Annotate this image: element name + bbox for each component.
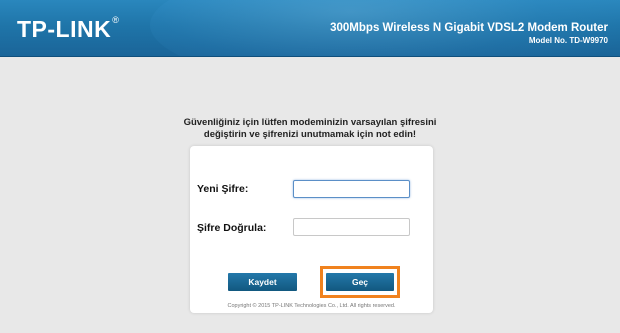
skip-button[interactable]: Geç	[326, 273, 394, 291]
tp-link-logo: TP-LINK®	[17, 15, 120, 42]
copyright-text: Copyright © 2015 TP-LINK Technologies Co…	[227, 303, 396, 309]
login-page: TP-LINK® 300Mbps Wireless N Gigabit VDSL…	[0, 0, 620, 333]
registered-mark: ®	[112, 15, 120, 25]
product-name: 300Mbps Wireless N Gigabit VDSL2 Modem R…	[330, 22, 608, 34]
new-password-label: Yeni Şifre:	[197, 183, 249, 195]
confirm-password-label: Şifre Doğrula:	[197, 222, 267, 234]
confirm-password-input[interactable]	[293, 218, 410, 236]
new-password-input[interactable]	[293, 180, 410, 198]
message-line-2: değiştirin ve şifrenizi unutmamak için n…	[203, 129, 417, 140]
message-line-1: Güvenliğiniz için lütfen modeminizin var…	[183, 117, 437, 128]
model-number: Model No. TD-W9970	[528, 36, 608, 45]
password-form: Yeni Şifre: Şifre Doğrula: Kaydet Geç Co…	[190, 146, 433, 313]
skip-button-highlight: Geç	[320, 266, 400, 298]
security-message: Güvenliğiniz için lütfen modeminizin var…	[150, 117, 470, 141]
save-button[interactable]: Kaydet	[228, 273, 297, 291]
header-divider	[0, 56, 620, 57]
header-banner: TP-LINK® 300Mbps Wireless N Gigabit VDSL…	[0, 0, 620, 57]
logo-text: TP-LINK	[17, 16, 112, 42]
